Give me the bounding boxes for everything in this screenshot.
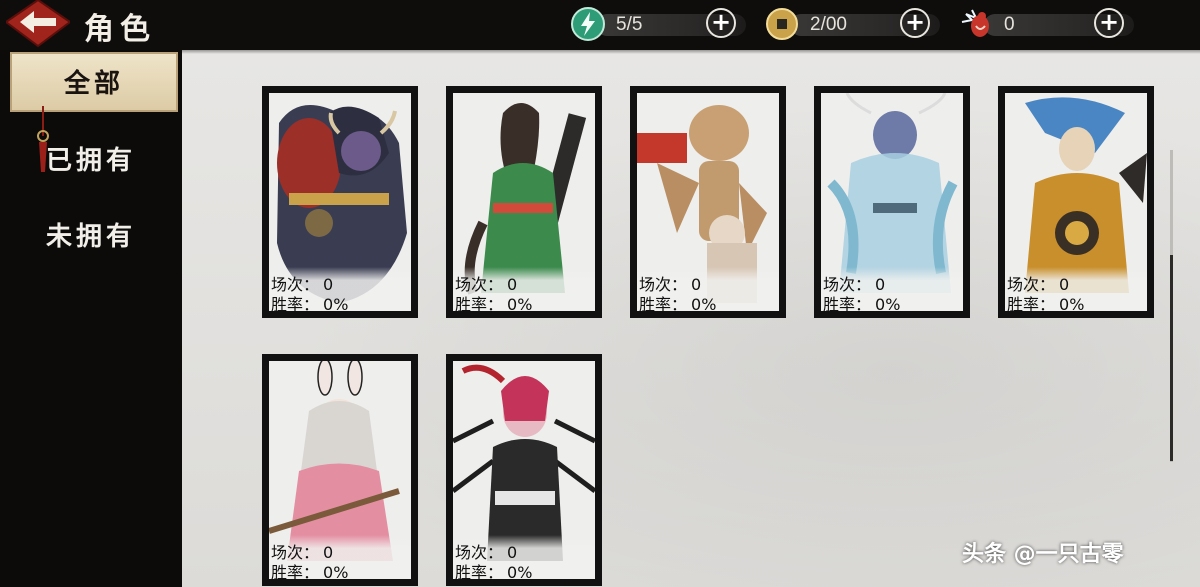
energy-resource: 5/5 + <box>570 6 746 42</box>
panel-shadow <box>182 50 1200 54</box>
coin-resource: 2/00 + <box>764 6 940 42</box>
winrate-value: 0% <box>875 295 901 311</box>
character-card[interactable]: 场次： 0 胜率： 0% <box>998 86 1154 318</box>
add-gourd-button[interactable]: + <box>1094 8 1124 38</box>
winrate-label: 胜率： <box>271 563 320 579</box>
red-gourd-icon <box>961 9 989 37</box>
back-arrow-icon <box>4 0 72 48</box>
card-stats: 场次： 0 胜率： 0% <box>269 535 411 579</box>
card-stats: 场次： 0 胜率： 0% <box>1005 267 1147 311</box>
card-stats: 场次： 0 胜率： 0% <box>453 535 595 579</box>
winrate-label: 胜率： <box>455 295 504 311</box>
winrate-value: 0% <box>507 563 533 579</box>
gourd-value: 0 <box>1004 14 1015 35</box>
gourd-resource: 0 + <box>958 6 1134 42</box>
winrate-value: 0% <box>507 295 533 311</box>
character-card[interactable]: 场次： 0 胜率： 0% <box>814 86 970 318</box>
character-card[interactable]: 场次： 0 胜率： 0% <box>262 86 418 318</box>
energy-lightning-icon <box>571 7 605 41</box>
page-title: 角色 <box>84 12 156 47</box>
tab-all[interactable]: 全部 <box>10 52 178 112</box>
energy-value: 5/5 <box>616 14 643 35</box>
tab-not-owned[interactable]: 未拥有 <box>0 212 182 262</box>
scrollbar-thumb[interactable] <box>1170 255 1173 461</box>
character-card[interactable]: 场次： 0 胜率： 0% <box>262 354 418 586</box>
winrate-label: 胜率： <box>639 295 688 311</box>
card-stats: 场次： 0 胜率： 0% <box>453 267 595 311</box>
back-button[interactable] <box>4 0 72 50</box>
tab-owned[interactable]: 已拥有 <box>0 136 182 186</box>
coin-value: 2/00 <box>810 14 847 35</box>
add-energy-button[interactable]: + <box>706 8 736 38</box>
winrate-label: 胜率： <box>271 295 320 311</box>
winrate-label: 胜率： <box>1007 295 1056 311</box>
top-bar: 角色 5/5 + 2/00 + 0 + <box>0 0 1200 50</box>
add-coin-button[interactable]: + <box>900 8 930 38</box>
sidebar: 全部 已拥有 未拥有 <box>0 50 182 587</box>
winrate-value: 0% <box>323 563 349 579</box>
winrate-label: 胜率： <box>823 295 872 311</box>
character-card[interactable]: 场次： 0 胜率： 0% <box>630 86 786 318</box>
character-card[interactable]: 场次： 0 胜率： 0% <box>446 354 602 586</box>
coin-icon <box>766 8 798 40</box>
winrate-value: 0% <box>691 295 717 311</box>
winrate-label: 胜率： <box>455 563 504 579</box>
card-stats: 场次： 0 胜率： 0% <box>637 267 779 311</box>
winrate-value: 0% <box>323 295 349 311</box>
watermark: 头条 @一只古零 <box>962 542 1124 567</box>
card-stats: 场次： 0 胜率： 0% <box>269 267 411 311</box>
winrate-value: 0% <box>1059 295 1085 311</box>
card-stats: 场次： 0 胜率： 0% <box>821 267 963 311</box>
character-card[interactable]: 场次： 0 胜率： 0% <box>446 86 602 318</box>
